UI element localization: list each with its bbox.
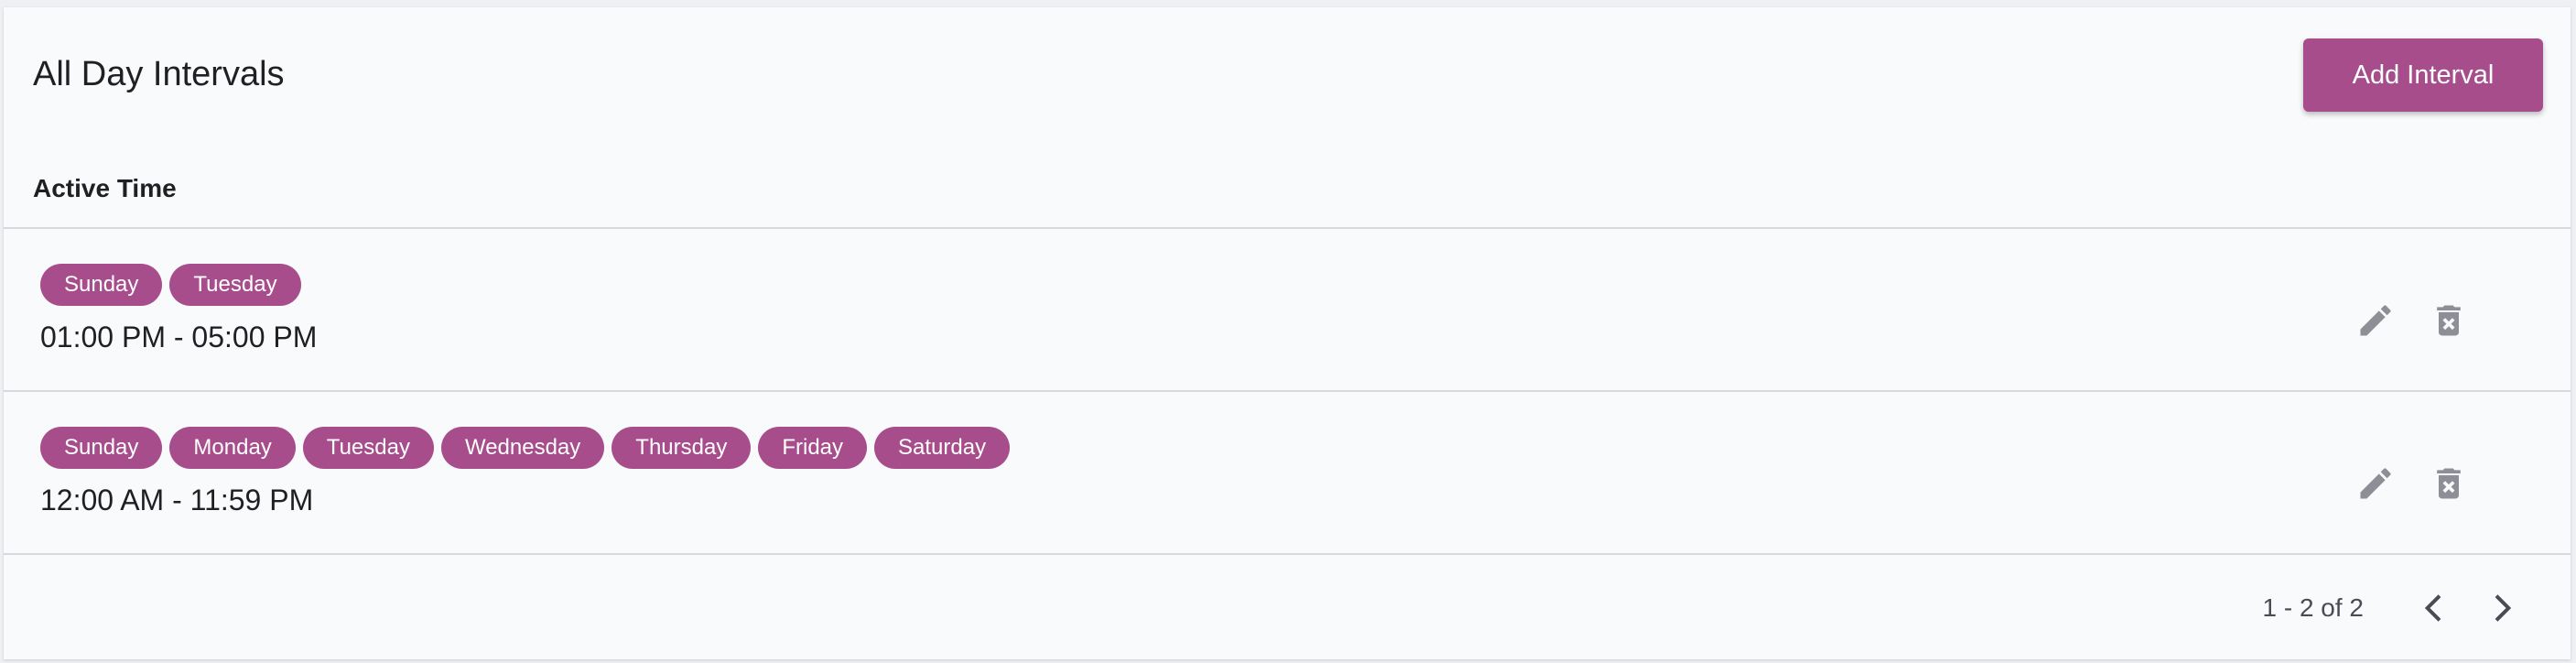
intervals-card: All Day Intervals Add Interval Active Ti… (4, 7, 2571, 659)
edit-button[interactable] (2350, 458, 2401, 509)
pagination: 1 - 2 of 2 (4, 559, 2571, 659)
day-chip: Tuesday (169, 264, 301, 306)
chevron-right-icon (2495, 594, 2512, 622)
day-chip: Monday (169, 427, 296, 469)
day-chip: Tuesday (302, 427, 434, 469)
divider (4, 553, 2571, 555)
pagination-range: 1 - 2 of 2 (2262, 593, 2364, 622)
table-row: Sunday Tuesday 01:00 PM - 05:00 PM (4, 229, 2571, 390)
chevron-left-icon (2424, 594, 2441, 622)
table-row: Sunday Monday Tuesday Wednesday Thursday… (4, 392, 2571, 553)
pencil-icon (2360, 468, 2391, 499)
day-chips: Sunday Monday Tuesday Wednesday Thursday… (40, 427, 1011, 469)
day-chip: Friday (758, 427, 868, 469)
card-header: All Day Intervals Add Interval (4, 7, 2571, 145)
time-range: 12:00 AM - 11:59 PM (40, 484, 314, 516)
day-chip: Sunday (40, 264, 163, 306)
trash-icon (2437, 468, 2461, 499)
edit-button[interactable] (2350, 295, 2401, 346)
trash-icon (2437, 305, 2461, 336)
delete-button[interactable] (2423, 458, 2474, 509)
day-chip: Wednesday (440, 427, 605, 469)
page-title: All Day Intervals (33, 55, 285, 93)
previous-page-button[interactable] (2411, 584, 2459, 632)
next-page-button[interactable] (2477, 584, 2525, 632)
day-chip: Saturday (874, 427, 1011, 469)
delete-button[interactable] (2423, 295, 2474, 346)
day-chips: Sunday Tuesday (40, 264, 301, 306)
add-interval-button[interactable]: Add Interval (2303, 38, 2543, 112)
pencil-icon (2360, 305, 2391, 336)
day-chip: Thursday (612, 427, 752, 469)
time-range: 01:00 PM - 05:00 PM (40, 321, 318, 353)
day-chip: Sunday (40, 427, 163, 469)
column-header-active-time: Active Time (33, 174, 177, 202)
